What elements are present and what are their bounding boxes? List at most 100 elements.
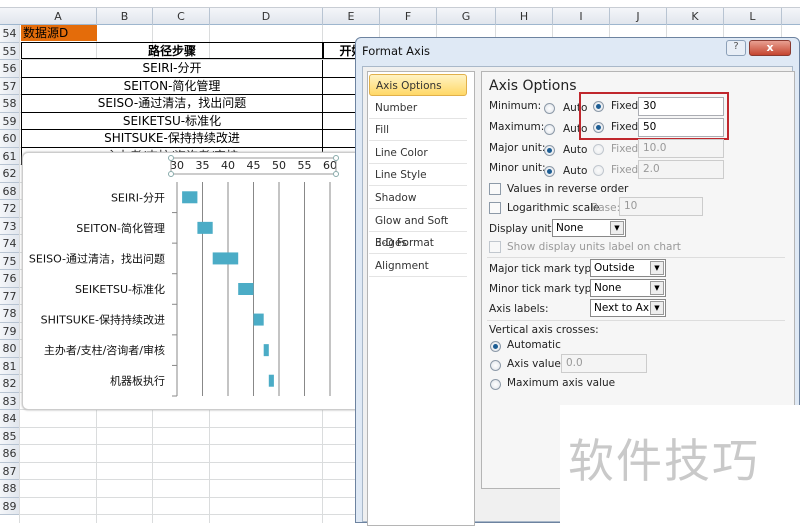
column-headers: ABCDEFGHIJKL [0,8,800,25]
x-tick-label: 60 [323,159,337,172]
row-header-86[interactable]: 86 [0,445,20,463]
crosses-label: Vertical axis crosses: [489,324,599,336]
close-button[interactable]: x [749,40,791,56]
step-cell[interactable]: SEIRI-分开 [21,60,323,78]
x-tick-label: 50 [272,159,286,172]
reverse-order-checkbox[interactable] [489,183,501,195]
maximum-auto-radio[interactable] [544,124,555,135]
row-header-89[interactable]: 89 [0,497,20,515]
cell-a54[interactable]: 数据源D [21,25,97,41]
major-tick-select[interactable]: Outside ▼ [590,259,666,277]
crosses-value-label[interactable]: Axis value: [507,358,564,370]
row-header-74[interactable]: 74 [0,235,20,253]
crosses-max-radio[interactable] [490,379,501,390]
minimum-auto-radio[interactable] [544,103,555,114]
column-header-J[interactable]: J [610,8,667,25]
major-auto-radio[interactable] [544,145,555,156]
display-units-value: None [556,222,584,234]
step-cell[interactable]: SEITON-简化管理 [21,77,323,95]
show-units-checkbox[interactable] [489,241,501,253]
row-header-79[interactable]: 79 [0,322,20,340]
row-header-58[interactable]: 58 [0,95,20,113]
log-scale-checkbox[interactable] [489,202,501,214]
row-header-57[interactable]: 57 [0,77,20,95]
crosses-max-label[interactable]: Maximum axis value [507,377,615,389]
major-auto-label[interactable]: Auto [563,144,587,156]
divider [487,257,785,258]
step-cell[interactable]: SEISO-通过清洁，找出问题 [21,95,323,113]
nav-item-shadow[interactable]: Shadow [369,187,467,209]
header-step[interactable]: 路径步骤 [21,42,323,59]
category-label: SEITON-简化管理 [76,221,165,235]
row-header-73[interactable]: 73 [0,217,20,235]
row-header-75[interactable]: 75 [0,252,20,270]
major-unit-input[interactable]: 10.0 [638,139,724,158]
chevron-down-icon: ▼ [650,301,664,315]
display-units-select[interactable]: None ▼ [552,219,626,237]
row-header-62[interactable]: 62 [0,165,20,183]
column-header-H[interactable]: H [496,8,553,25]
minor-fixed-label[interactable]: Fixed [611,164,638,176]
gantt-chart[interactable]: 30 35 40 45 50 55 60 SEIRI-分开 SEITON-简化管理 SEISO-通… [22,152,362,410]
base-input[interactable]: 10 [619,197,703,216]
chevron-down-icon: ▼ [610,221,624,235]
minor-tick-select[interactable]: None ▼ [590,279,666,297]
show-units-label[interactable]: Show display units label on chart [507,241,681,253]
nav-item-alignment[interactable]: Alignment [369,255,467,277]
major-fixed-label[interactable]: Fixed [611,143,638,155]
row-header-60[interactable]: 60 [0,130,20,148]
column-header-C[interactable]: C [153,8,210,25]
row-header-85[interactable]: 85 [0,427,20,445]
row-header-83[interactable]: 83 [0,392,20,410]
nav-item-glow-and-soft-edges[interactable]: Glow and Soft Edges [369,210,467,249]
nav-item-line-style[interactable]: Line Style [369,164,467,187]
step-cell[interactable]: SEIKETSU-标准化 [21,112,323,130]
minor-unit-input[interactable]: 2.0 [638,160,724,179]
column-header-K[interactable]: K [667,8,724,25]
row-header-56[interactable]: 56 [0,60,20,78]
column-header-G[interactable]: G [437,8,496,25]
column-header-A[interactable]: A [20,8,97,25]
nav-item-line-color[interactable]: Line Color [369,142,467,164]
column-header-D[interactable]: D [210,8,323,25]
column-header-E[interactable]: E [323,8,380,25]
crosses-value-radio[interactable] [490,360,501,371]
row-header-84[interactable]: 84 [0,410,20,428]
nav-item-number[interactable]: Number [369,97,467,119]
row-header-72[interactable]: 72 [0,200,20,218]
minor-auto-label[interactable]: Auto [563,165,587,177]
column-header-L[interactable]: L [724,8,782,25]
row-header-55[interactable]: 55 [0,42,20,60]
step-cell[interactable]: SHITSUKE-保持持续改进 [21,130,323,148]
column-header-I[interactable]: I [553,8,610,25]
crosses-value-input[interactable]: 0.0 [561,354,647,373]
row-header-82[interactable]: 82 [0,375,20,393]
major-fixed-radio[interactable] [593,144,604,155]
crosses-auto-label[interactable]: Automatic [507,339,561,351]
row-header-76[interactable]: 76 [0,270,20,288]
row-header-77[interactable]: 77 [0,287,20,305]
help-button[interactable]: ? [726,40,746,56]
column-header-F[interactable]: F [380,8,437,25]
nav-item-3-d-format[interactable]: 3-D Format [369,232,467,255]
category-label: SEIRI-分开 [111,191,165,204]
minor-auto-radio[interactable] [544,166,555,177]
crosses-auto-radio[interactable] [490,341,501,352]
row-header-81[interactable]: 81 [0,357,20,375]
row-header-78[interactable]: 78 [0,305,20,323]
nav-item-axis-options[interactable]: Axis Options [369,74,467,96]
reverse-order-label[interactable]: Values in reverse order [507,183,628,195]
column-header-B[interactable]: B [97,8,153,25]
row-header-87[interactable]: 87 [0,462,20,480]
minor-fixed-radio[interactable] [593,165,604,176]
row-header-88[interactable]: 88 [0,480,20,498]
nav-item-fill[interactable]: Fill [369,119,467,142]
row-header-54[interactable]: 54 [0,25,20,43]
log-scale-label[interactable]: Logarithmic scale [507,202,600,214]
row-header-80[interactable]: 80 [0,340,20,358]
row-header-68[interactable]: 68 [0,182,20,200]
row-header-61[interactable]: 61 [0,147,20,165]
axis-labels-select[interactable]: Next to Axis ▼ [590,299,666,317]
dialog-title: Format Axis [362,44,431,58]
row-header-59[interactable]: 59 [0,112,20,130]
